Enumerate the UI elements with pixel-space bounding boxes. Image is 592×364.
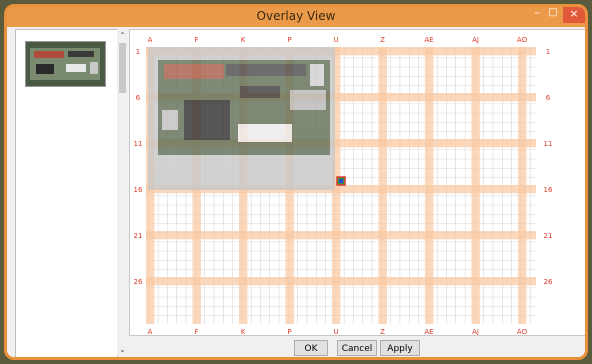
column-label-top: F [194, 36, 198, 44]
column-label-top: AE [424, 36, 433, 44]
row-label-left: 1 [136, 48, 140, 56]
column-label-top: AJ [472, 36, 479, 44]
scroll-up-icon[interactable]: ⌃ [117, 31, 128, 40]
maximize-button[interactable]: □ [545, 7, 561, 20]
grid-band-horizontal [146, 277, 536, 286]
vertical-scrollbar[interactable]: ⌃ ⌄ [117, 29, 128, 356]
row-label-right: 16 [544, 186, 553, 194]
row-label-left: 6 [136, 94, 141, 102]
overlay-view-window: Overlay View – □ × ⌃ ⌄ A F K P U Z AE AJ… [4, 4, 588, 360]
cancel-button[interactable]: Cancel [337, 340, 377, 356]
row-label-right: 26 [544, 278, 553, 286]
thumbnail-panel [15, 29, 118, 357]
grid-band-horizontal [146, 231, 536, 240]
column-label-bottom: P [287, 328, 291, 335]
row-label-right: 21 [544, 232, 553, 240]
overlay-grid-area[interactable]: A F K P U Z AE AJ AO A F K P U Z AE AJ AO 1 6 11 16 21 26 161… [129, 29, 588, 336]
row-label-right: 6 [546, 94, 551, 102]
board-thumbnail[interactable] [25, 41, 106, 87]
column-label-bottom: Z [380, 328, 385, 335]
column-label-top: U [333, 36, 338, 44]
row-label-left: 11 [134, 140, 143, 148]
column-label-top: P [287, 36, 291, 44]
title-bar: Overlay View – □ × [7, 7, 585, 27]
column-label-top: K [241, 36, 246, 44]
row-label-left: 21 [134, 232, 143, 240]
column-label-top: Z [380, 36, 385, 44]
column-label-bottom: AJ [472, 328, 479, 335]
column-label-bottom: AO [517, 328, 528, 335]
row-label-right: 1 [546, 48, 550, 56]
dialog-buttons: OK Cancel Apply [7, 336, 585, 357]
column-label-top: A [148, 36, 153, 44]
apply-button[interactable]: Apply [380, 340, 420, 356]
anchor-marker-center [339, 179, 343, 183]
close-button[interactable]: × [563, 7, 585, 23]
window-title: Overlay View [256, 9, 336, 23]
scroll-thumb[interactable] [119, 43, 126, 93]
row-label-left: 16 [134, 186, 143, 194]
ok-button[interactable]: OK [294, 340, 328, 356]
board-overlay-image[interactable] [148, 47, 335, 190]
column-label-bottom: K [241, 328, 246, 335]
row-label-right: 11 [544, 140, 553, 148]
column-label-bottom: A [148, 328, 153, 335]
overlay-grid[interactable]: A F K P U Z AE AJ AO A F K P U Z AE AJ AO 1611162126 161… [130, 30, 588, 336]
column-label-bottom: F [194, 328, 198, 335]
column-label-top: AO [517, 36, 528, 44]
row-label-left: 26 [134, 278, 143, 286]
column-label-bottom: U [333, 328, 338, 335]
column-label-bottom: AE [424, 328, 433, 335]
minimize-button[interactable]: – [529, 7, 545, 20]
